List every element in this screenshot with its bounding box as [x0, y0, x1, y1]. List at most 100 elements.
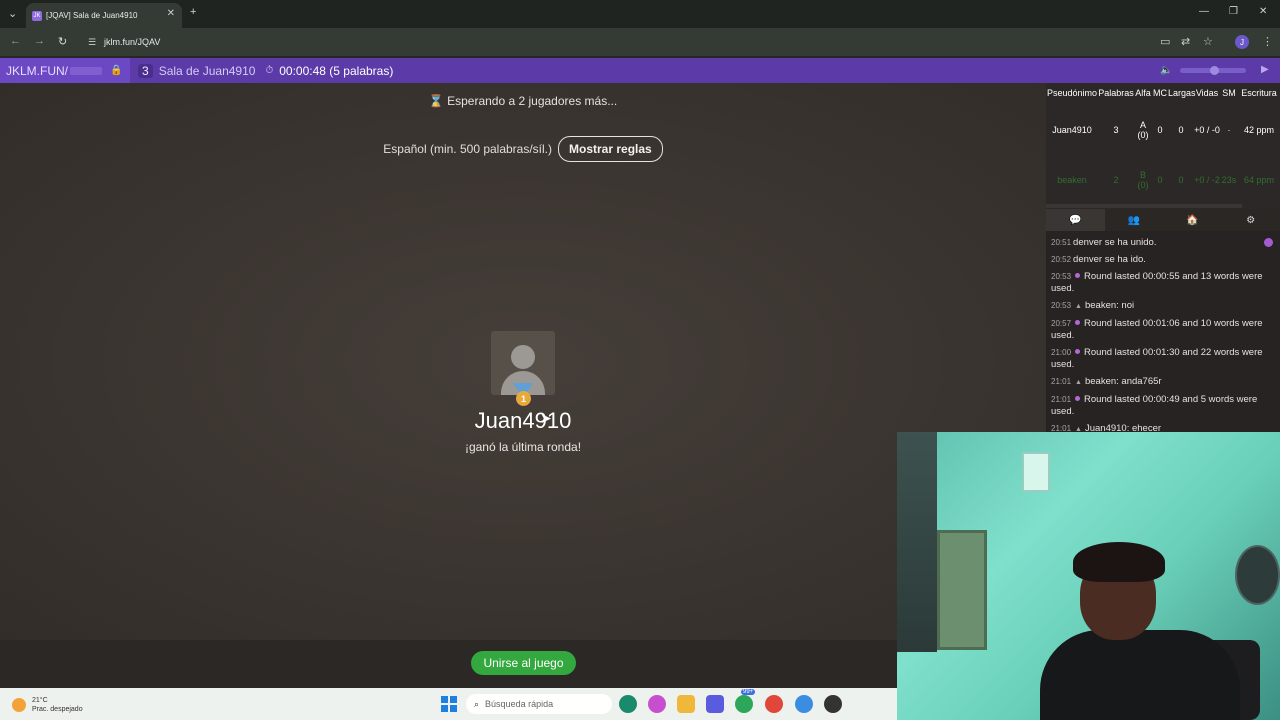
collapse-panel-icon[interactable]: ▶: [1261, 64, 1269, 75]
translate-icon[interactable]: ⇄: [1181, 35, 1190, 48]
profile-avatar[interactable]: J: [1235, 35, 1249, 49]
msg-text: beaken: anda765r: [1084, 376, 1162, 387]
col-words: Palabras: [1098, 88, 1134, 98]
panel-tabs: 💬 👥 🏠 ⚙: [1046, 209, 1280, 231]
reload-icon[interactable]: ↻: [58, 35, 67, 48]
tab-title: [JQAV] Sala de Juan4910: [46, 11, 138, 20]
msg-time: 20:57: [1051, 319, 1072, 328]
chrome-active-icon[interactable]: [795, 695, 813, 713]
window-close-button[interactable]: ✕: [1259, 6, 1267, 17]
notification-dot-icon: [1264, 238, 1273, 247]
speaker-muted-icon[interactable]: 🔈: [1160, 65, 1172, 76]
list-item: 20:57 Round lasted 00:01:06 and 10 words …: [1051, 318, 1276, 342]
windows-start-icon[interactable]: [440, 695, 458, 713]
rules-row: Español (min. 500 palabras/síl.) Mostrar…: [0, 136, 1046, 162]
volume-knob[interactable]: [1210, 65, 1220, 75]
tab-close-icon[interactable]: ✕: [167, 8, 175, 19]
window-maximize-button[interactable]: ❐: [1229, 6, 1238, 17]
cell-mc: 0: [1157, 125, 1163, 135]
notification-badge: 99+: [741, 689, 756, 695]
new-tab-button[interactable]: +: [190, 6, 196, 18]
stopwatch-icon: ⏱: [265, 65, 274, 76]
msg-text: denver se ha ido.: [1073, 254, 1146, 265]
copilot-icon[interactable]: [648, 695, 666, 713]
tab-settings[interactable]: ⚙: [1222, 209, 1280, 231]
cell-nickname: beaken: [1057, 175, 1087, 185]
taskbar-search[interactable]: ⌕ Búsqueda rápida: [466, 694, 612, 714]
site-brand[interactable]: JKLM.FUN/ 🔒: [0, 58, 130, 83]
webcam-shelf: [897, 432, 937, 652]
room-info: 3 Sala de Juan4910 ⏱ 00:00:48 (5 palabra…: [138, 58, 393, 83]
msg-text: Round lasted 00:00:49 and 5 words were u…: [1051, 394, 1258, 417]
join-bar: [0, 640, 897, 688]
join-game-button[interactable]: Unirse al juego: [471, 651, 576, 675]
msg-time: 21:01: [1051, 377, 1072, 386]
webcam-door: [937, 530, 987, 650]
list-item: 20:53 Round lasted 00:00:55 and 13 words …: [1051, 271, 1276, 295]
tab-room[interactable]: 🏠: [1163, 209, 1222, 231]
table-row: beaken 2 B (0) 0 0 +0 / -2 23s 64 ppm: [1046, 160, 1280, 200]
msg-text: denver se ha unido.: [1073, 237, 1157, 248]
whatsapp-icon[interactable]: 99+: [735, 689, 756, 713]
browser-tab[interactable]: JK [JQAV] Sala de Juan4910 ✕: [26, 3, 182, 28]
room-icon: 🏠: [1186, 214, 1199, 226]
msg-text: Round lasted 00:00:55 and 13 words were …: [1051, 271, 1263, 294]
list-item: 21:00 Round lasted 00:01:30 and 22 words …: [1051, 347, 1276, 371]
weather-condition: Prac. despejado: [32, 706, 83, 713]
round-timer: 00:00:48 (5 palabras): [279, 63, 394, 78]
waiting-text: Esperando a 2 jugadores más...: [447, 94, 618, 108]
msg-time: 21:01: [1051, 395, 1072, 404]
list-item: 21:01 Round lasted 00:00:49 and 5 words w…: [1051, 394, 1276, 418]
waiting-status: ⌛ Esperando a 2 jugadores más...: [0, 94, 1046, 108]
chrome-icon[interactable]: [765, 695, 783, 713]
gold-medal-icon: 1: [516, 391, 531, 406]
folder-icon[interactable]: [677, 695, 695, 713]
list-item: 20:53 ▲ beaken: noi: [1051, 300, 1276, 313]
weather-widget[interactable]: 21°C Prac. despejado: [12, 692, 112, 718]
round-icon: [1075, 396, 1081, 401]
bookmark-star-icon[interactable]: ☆: [1203, 35, 1213, 48]
weather-sun-icon: [12, 698, 26, 712]
winner-name: Juan4910: [474, 408, 572, 433]
col-lives: Vidas: [1195, 88, 1219, 98]
show-rules-button[interactable]: Mostrar reglas: [558, 136, 663, 162]
cell-mc: 0: [1157, 175, 1163, 185]
cell-alpha: B (0): [1137, 170, 1149, 190]
edge-icon[interactable]: [619, 695, 637, 713]
cell-typing: 42 ppm: [1243, 125, 1275, 135]
players-icon: 👥: [1127, 214, 1140, 226]
avatar-head: [511, 345, 535, 369]
lock-icon: 🔒: [110, 65, 123, 76]
cell-words: 2: [1113, 175, 1119, 185]
scoreboard-scrollbar[interactable]: [1046, 204, 1242, 208]
tab-players[interactable]: 👥: [1105, 209, 1164, 231]
browser-menu-icon[interactable]: ⋮: [1262, 35, 1273, 48]
col-nickname: Pseudónimo: [1046, 88, 1098, 98]
brand-text: JKLM.FUN/: [6, 63, 69, 78]
forward-icon[interactable]: →: [34, 35, 45, 47]
col-mc: MC: [1153, 88, 1167, 98]
webcam-person-body: [1040, 630, 1240, 720]
address-bar[interactable]: jklm.fun/JQAV: [82, 33, 1150, 51]
store-icon[interactable]: [706, 695, 724, 713]
col-long: Largas: [1168, 88, 1196, 98]
cell-lives: +0 / -0: [1194, 125, 1220, 135]
back-icon[interactable]: ←: [10, 35, 21, 47]
cell-lives: +0 / -2: [1194, 175, 1220, 185]
round-icon: [1075, 349, 1081, 354]
search-icon: ⌕: [474, 698, 480, 709]
tab-chat[interactable]: 💬: [1046, 209, 1105, 231]
tab-list-chevron-icon[interactable]: ⌄: [8, 7, 17, 20]
tab-favicon-icon: JK: [32, 10, 42, 21]
obs-icon[interactable]: [824, 695, 842, 713]
webcam-fan: [1235, 545, 1280, 605]
cast-icon[interactable]: ▭: [1160, 35, 1170, 48]
volume-control[interactable]: 🔈: [1160, 63, 1255, 77]
window-minimize-button[interactable]: —: [1199, 6, 1209, 17]
volume-slider[interactable]: [1180, 65, 1247, 75]
mouse-pointer-icon: ➤: [540, 410, 552, 426]
user-icon: ▲: [1075, 303, 1082, 310]
chat-log[interactable]: 20:51 denver se ha unido. 20:52 denver se …: [1046, 231, 1280, 433]
scoreboard-header: Pseudónimo Palabras Alfa MC Largas Vidas…: [1046, 88, 1280, 98]
col-sm: SM: [1222, 88, 1236, 98]
